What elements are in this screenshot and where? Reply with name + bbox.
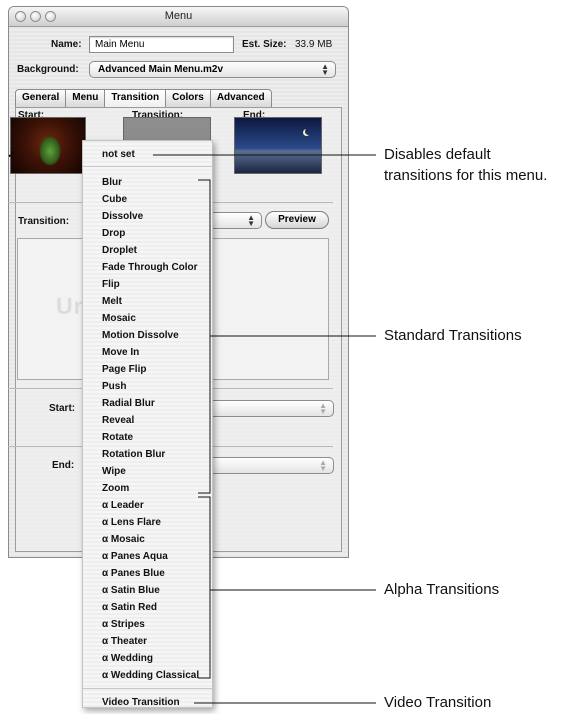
- end-popup[interactable]: ▲ ▼: [206, 457, 334, 474]
- menu-item-alpha[interactable]: α Panes Aqua: [102, 550, 168, 563]
- menu-item[interactable]: Move In: [102, 346, 139, 359]
- menu-item[interactable]: Rotate: [102, 431, 133, 444]
- callout-standard-transitions: Standard Transitions: [384, 327, 522, 344]
- callout-video-transition: Video Transition: [384, 694, 492, 711]
- updown-arrows-icon: ▲ ▼: [319, 401, 327, 416]
- tab-transition[interactable]: Transition: [104, 89, 166, 108]
- menu-item[interactable]: Wipe: [102, 465, 126, 478]
- title-bar: Menu: [9, 7, 348, 27]
- updown-arrows-icon: ▲ ▼: [321, 62, 329, 77]
- menu-item-alpha[interactable]: α Stripes: [102, 618, 145, 631]
- menu-item-alpha[interactable]: α Leader: [102, 499, 144, 512]
- menu-item[interactable]: Fade Through Color: [102, 261, 198, 274]
- background-label: Background:: [17, 64, 79, 75]
- background-popup-value: Advanced Main Menu.m2v: [98, 64, 224, 75]
- start-thumbnail: [10, 117, 86, 174]
- menu-item[interactable]: Motion Dissolve: [102, 329, 179, 342]
- menu-item-alpha[interactable]: α Satin Red: [102, 601, 157, 614]
- menu-item-alpha[interactable]: α Wedding Classical: [102, 669, 199, 682]
- moon-icon: [305, 128, 312, 135]
- menu-divider: [83, 166, 212, 167]
- menu-item-video-transition[interactable]: Video Transition: [102, 696, 180, 709]
- callout-not-set-line2: transitions for this menu.: [384, 167, 548, 184]
- menu-item[interactable]: Page Flip: [102, 363, 146, 376]
- menu-item[interactable]: Melt: [102, 295, 122, 308]
- start-row-label: Start:: [49, 403, 76, 414]
- menu-item[interactable]: Droplet: [102, 244, 137, 257]
- menu-divider: [83, 688, 212, 689]
- background-popup[interactable]: Advanced Main Menu.m2v ▲ ▼: [89, 61, 336, 78]
- preview-button[interactable]: Preview: [265, 211, 329, 229]
- tab-advanced[interactable]: Advanced: [209, 89, 272, 108]
- menu-item-not-set[interactable]: not set: [102, 148, 135, 161]
- transition-popup[interactable]: ▲ ▼: [206, 212, 262, 229]
- menu-item-alpha[interactable]: α Wedding: [102, 652, 153, 665]
- tab-menu[interactable]: Menu: [65, 89, 105, 108]
- menu-item[interactable]: Drop: [102, 227, 125, 240]
- end-row-label: End:: [52, 460, 75, 471]
- menu-item[interactable]: Dissolve: [102, 210, 143, 223]
- menu-item[interactable]: Radial Blur: [102, 397, 155, 410]
- tab-bar: General Menu Transition Colors Advanced: [15, 89, 272, 108]
- menu-item[interactable]: Mosaic: [102, 312, 136, 325]
- name-label: Name:: [51, 39, 82, 50]
- menu-item[interactable]: Reveal: [102, 414, 134, 427]
- menu-item[interactable]: Blur: [102, 176, 122, 189]
- menu-item-alpha[interactable]: α Panes Blue: [102, 567, 165, 580]
- name-field[interactable]: Main Menu: [89, 36, 234, 53]
- menu-item[interactable]: Cube: [102, 193, 127, 206]
- updown-arrows-icon: ▲ ▼: [247, 213, 255, 228]
- menu-item-alpha[interactable]: α Lens Flare: [102, 516, 161, 529]
- checkmark-icon: ✓: [7, 149, 17, 161]
- est-size-label: Est. Size:: [242, 39, 287, 50]
- menu-item[interactable]: Flip: [102, 278, 120, 291]
- callout-not-set-line1: Disables default: [384, 146, 491, 163]
- menu-item-alpha[interactable]: α Satin Blue: [102, 584, 160, 597]
- menu-item-alpha[interactable]: α Theater: [102, 635, 147, 648]
- updown-arrows-icon: ▲ ▼: [319, 458, 327, 473]
- end-thumbnail: [234, 117, 322, 174]
- window-title: Menu: [164, 10, 193, 22]
- menu-item[interactable]: Rotation Blur: [102, 448, 165, 461]
- est-size-value: 33.9 MB: [295, 39, 333, 50]
- callout-alpha-transitions: Alpha Transitions: [384, 581, 500, 598]
- menu-item-alpha[interactable]: α Mosaic: [102, 533, 145, 546]
- menu-item[interactable]: Zoom: [102, 482, 129, 495]
- start-popup[interactable]: ▲ ▼: [206, 400, 334, 417]
- menu-item[interactable]: Push: [102, 380, 126, 393]
- transition-field-label: Transition:: [18, 216, 70, 227]
- tab-general[interactable]: General: [15, 89, 66, 108]
- tab-colors[interactable]: Colors: [165, 89, 210, 108]
